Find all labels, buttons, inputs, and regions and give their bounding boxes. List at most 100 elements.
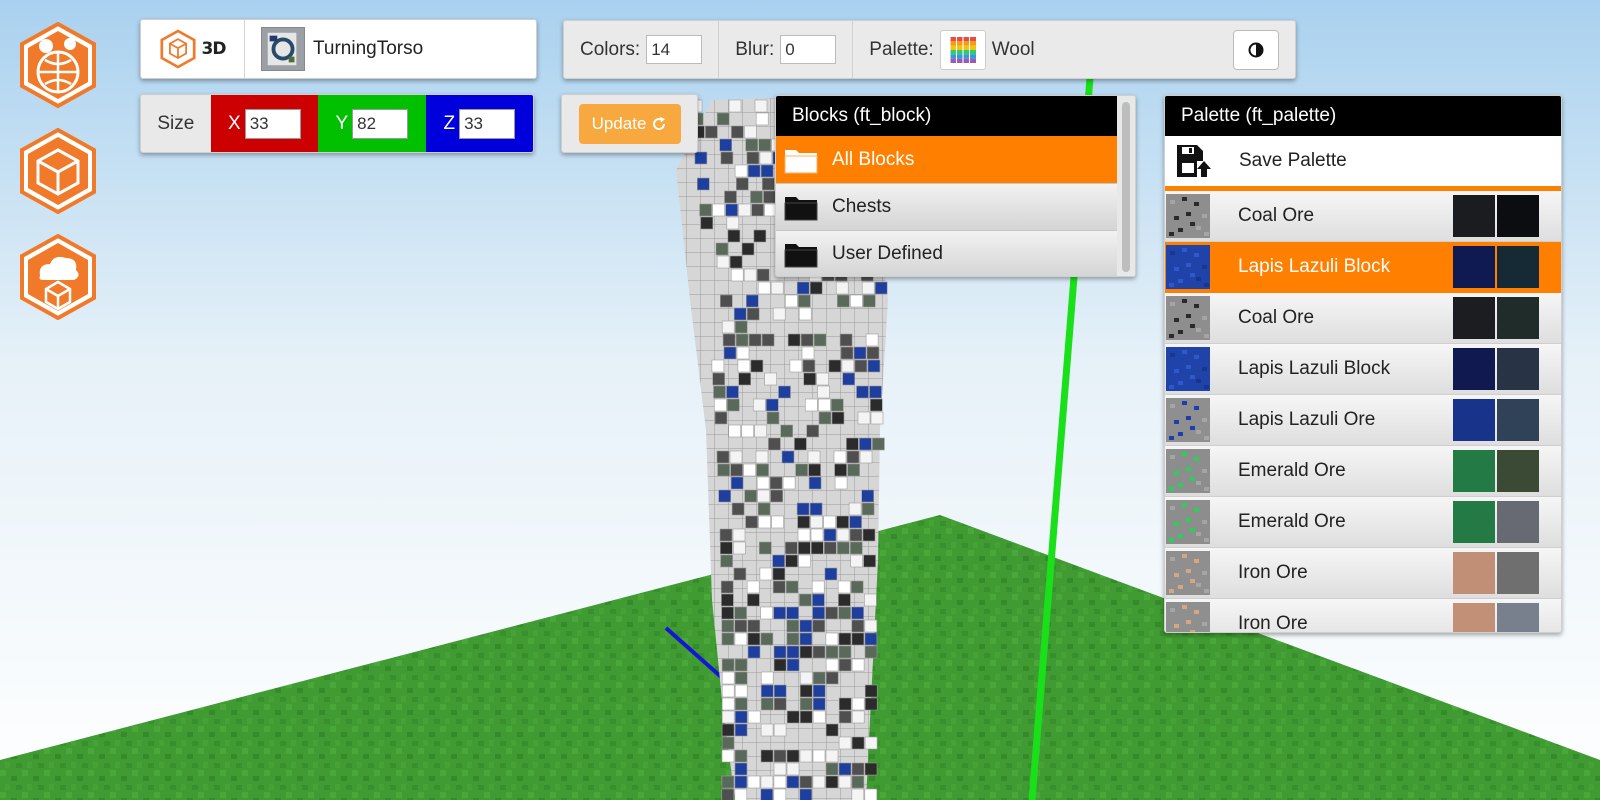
- palette-item[interactable]: Coal Ore: [1165, 293, 1561, 344]
- size-y-group: Y: [318, 95, 426, 152]
- blocks-panel: Blocks (ft_block) All Blocks Chests User D…: [775, 95, 1136, 277]
- palette-item-label: Emerald Ore: [1238, 460, 1346, 481]
- block-category-item[interactable]: User Defined: [776, 230, 1119, 276]
- size-label: Size: [157, 112, 195, 134]
- palette-color-swatch: [1497, 297, 1539, 339]
- palette-item[interactable]: Emerald Ore: [1165, 446, 1561, 497]
- palette-item[interactable]: Iron Ore: [1165, 548, 1561, 599]
- block-category-label: All Blocks: [832, 149, 915, 170]
- z-label: Z: [443, 112, 456, 134]
- x-label: X: [228, 112, 241, 134]
- block-texture-icon: [1166, 602, 1210, 632]
- size-z-group: Z: [425, 95, 533, 152]
- blocks-list: All Blocks Chests User Defined: [776, 136, 1135, 276]
- size-y-input[interactable]: [352, 108, 409, 139]
- palette-color-swatch: [1453, 552, 1495, 594]
- palette-color-swatch: [1497, 348, 1539, 390]
- update-button[interactable]: Update: [578, 103, 681, 144]
- palette-item[interactable]: Lapis Lazuli Ore: [1165, 395, 1561, 446]
- palette-color-swatch: [1453, 501, 1495, 543]
- block-texture-icon: [1166, 296, 1210, 340]
- palette-color-swatch: [1497, 603, 1539, 632]
- palette-list: Coal Ore Lapis Lazuli Block Coal Ore Lapis …: [1165, 191, 1561, 633]
- globe-hex-icon[interactable]: [18, 21, 98, 109]
- options-bar: Colors: Blur: Palette: Wool: [563, 20, 1296, 79]
- save-palette-label: Save Palette: [1239, 150, 1347, 171]
- contrast-icon: [1248, 42, 1264, 58]
- palette-color-swatch: [1497, 552, 1539, 594]
- block-texture-icon: [1166, 551, 1210, 595]
- model-thumbnail: [261, 27, 305, 71]
- palette-color-swatch: [1497, 399, 1539, 441]
- palette-item-label: Coal Ore: [1238, 307, 1315, 328]
- save-upload-icon: [1177, 145, 1211, 177]
- y-label: Y: [335, 112, 349, 134]
- palette-item[interactable]: Lapis Lazuli Block: [1165, 344, 1561, 395]
- palette-color-swatch: [1497, 245, 1539, 288]
- palette-panel: Palette (ft_palette) Save Palette Coal O…: [1164, 95, 1562, 633]
- block-texture-icon: [1166, 449, 1210, 493]
- palette-option[interactable]: Palette: Wool: [853, 21, 1050, 78]
- block-texture-icon: [1166, 244, 1210, 289]
- palette-color-swatch: [1497, 195, 1539, 237]
- palette-color-swatch: [1453, 399, 1495, 441]
- block-category-label: User Defined: [832, 243, 943, 264]
- view-mode-toggle[interactable]: 3D: [141, 20, 245, 78]
- colors-label: Colors:: [580, 38, 641, 60]
- palette-item[interactable]: Lapis Lazuli Block: [1165, 242, 1561, 293]
- palette-swatch-icon[interactable]: [939, 29, 986, 70]
- block-texture-icon: [1166, 500, 1210, 544]
- palette-color-swatch: [1453, 297, 1495, 339]
- update-panel: Update: [561, 94, 698, 153]
- folder-icon: [784, 244, 818, 268]
- block-category-item[interactable]: Chests: [776, 183, 1119, 230]
- palette-item-label: Iron Ore: [1238, 613, 1308, 633]
- cube-hex-icon: [159, 29, 196, 69]
- size-x-group: X: [210, 95, 319, 152]
- contrast-toggle-button[interactable]: [1233, 30, 1279, 70]
- blur-input[interactable]: [780, 35, 837, 64]
- palette-item[interactable]: Emerald Ore: [1165, 497, 1561, 548]
- size-bar: Size X Y Z: [140, 94, 534, 153]
- colors-input[interactable]: [646, 35, 703, 64]
- blur-label: Blur:: [735, 38, 775, 60]
- model-name: TurningTorso: [313, 38, 424, 59]
- palette-item[interactable]: Iron Ore: [1165, 599, 1561, 633]
- palette-color-swatch: [1497, 450, 1539, 492]
- palette-color-swatch: [1453, 603, 1495, 632]
- cube-hex-icon[interactable]: [18, 127, 98, 215]
- blocks-scrollbar[interactable]: [1117, 96, 1135, 276]
- palette-color-swatch: [1453, 245, 1495, 288]
- palette-item-label: Coal Ore: [1238, 205, 1315, 226]
- model-selector[interactable]: TurningTorso: [245, 27, 423, 71]
- palette-item-label: Lapis Lazuli Block: [1238, 358, 1391, 379]
- colors-option: Colors:: [564, 21, 720, 78]
- palette-value: Wool: [991, 38, 1035, 60]
- folder-icon: [784, 150, 818, 174]
- palette-item-label: Iron Ore: [1238, 562, 1308, 583]
- cloud-cube-hex-icon[interactable]: [18, 233, 98, 321]
- block-category-item[interactable]: All Blocks: [776, 136, 1119, 183]
- palette-item-label: Lapis Lazuli Ore: [1238, 409, 1376, 430]
- palette-color-swatch: [1453, 195, 1495, 237]
- size-x-input[interactable]: [244, 108, 301, 139]
- size-z-input[interactable]: [459, 108, 516, 139]
- blocks-panel-title: Blocks (ft_block): [776, 96, 1119, 136]
- block-texture-icon: [1166, 398, 1210, 442]
- block-category-label: Chests: [832, 196, 892, 217]
- palette-item-label: Lapis Lazuli Block: [1238, 255, 1391, 277]
- refresh-icon: [653, 116, 666, 130]
- palette-color-swatch: [1453, 348, 1495, 390]
- palette-item-label: Emerald Ore: [1238, 511, 1346, 532]
- palette-item[interactable]: Coal Ore: [1165, 191, 1561, 242]
- folder-icon: [784, 197, 818, 221]
- update-label: Update: [591, 113, 647, 133]
- save-palette-button[interactable]: Save Palette: [1165, 136, 1561, 191]
- blur-option: Blur:: [719, 21, 854, 78]
- palette-color-swatch: [1497, 501, 1539, 543]
- palette-label: Palette:: [869, 38, 934, 60]
- palette-panel-title: Palette (ft_palette): [1165, 96, 1561, 136]
- block-texture-icon: [1166, 194, 1210, 238]
- block-texture-icon: [1166, 347, 1210, 391]
- palette-color-swatch: [1453, 450, 1495, 492]
